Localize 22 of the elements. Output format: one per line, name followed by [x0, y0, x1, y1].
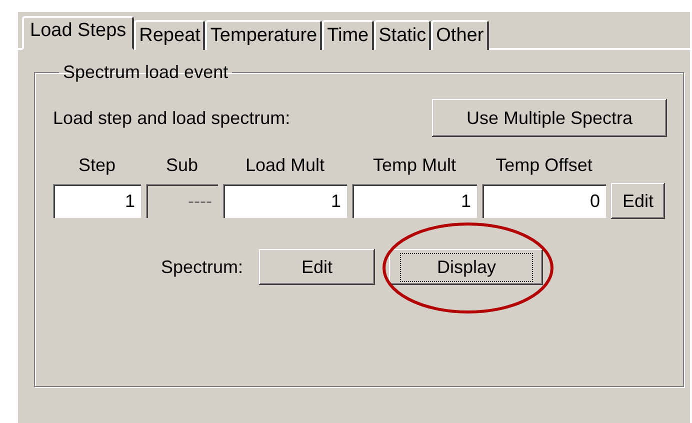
use-multiple-spectra-button[interactable]: Use Multiple Spectra — [432, 99, 667, 137]
tab[interactable]: Temperature — [205, 20, 322, 50]
edit-button[interactable]: Edit — [611, 183, 665, 219]
spectrum-button[interactable]: Edit — [259, 249, 376, 285]
input-field[interactable]: 1 — [53, 184, 141, 218]
tab[interactable]: Static — [374, 20, 432, 50]
spectrum-label: Spectrum: — [161, 256, 244, 278]
prompt-label: Load step and load spectrum: — [53, 108, 290, 128]
tab[interactable]: Load Steps — [22, 16, 134, 50]
field-label: Sub — [164, 155, 200, 177]
input-field[interactable]: 1 — [223, 184, 347, 218]
tab[interactable]: Time — [322, 20, 374, 50]
tab[interactable]: Other — [431, 20, 489, 50]
tab[interactable]: Repeat — [134, 20, 206, 50]
field-label: Temp Mult — [372, 155, 458, 177]
input-field[interactable]: 1 — [352, 184, 477, 218]
field-label: Load Mult — [244, 155, 326, 177]
spectrum-button[interactable]: Display — [389, 249, 544, 285]
group-title: Spectrum load event — [62, 62, 230, 83]
field-label: Step — [77, 155, 117, 177]
input-field[interactable]: 0 — [482, 184, 606, 218]
field-label: Temp Offset — [494, 155, 594, 177]
